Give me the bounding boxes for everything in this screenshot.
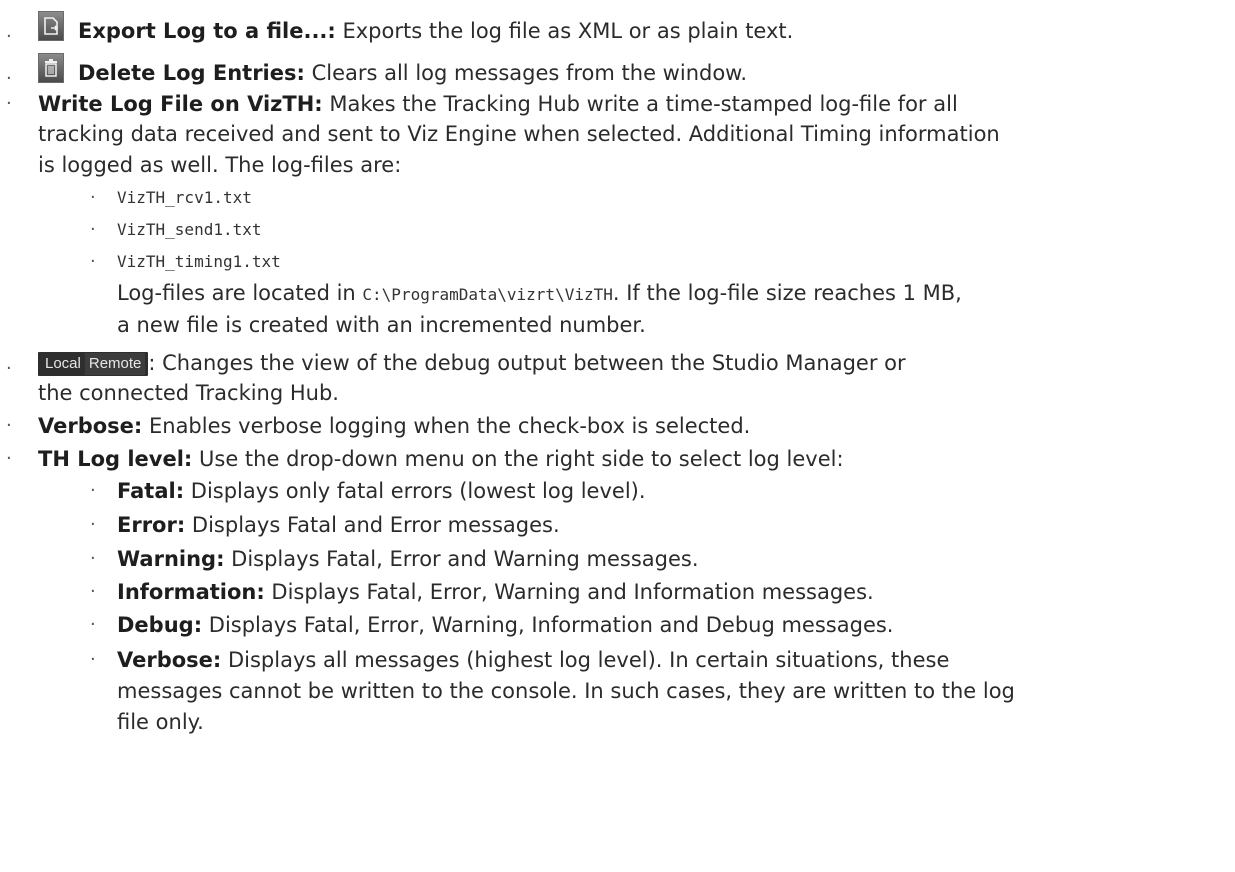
bullet: · — [6, 448, 12, 469]
logfiles-note-line: a new file is created with an incremente… — [117, 313, 646, 337]
level-description: file only. — [117, 710, 204, 734]
item-term: Export Log to a file...: — [78, 19, 336, 43]
bullet: · — [90, 614, 96, 635]
export-icon — [38, 11, 64, 41]
item-description: Clears all log messages from the window. — [304, 61, 748, 85]
item-description: : Changes the view of the debug output b… — [148, 351, 906, 375]
level-description: Displays Fatal, Error, Warning, Informat… — [202, 613, 894, 637]
local-remote-tabs: Local Remote — [38, 352, 149, 376]
logfile-name: VizTH_rcv1.txt — [117, 188, 252, 207]
item-description: Use the drop-down menu on the right side… — [192, 447, 844, 471]
level-term: Error: — [117, 513, 186, 537]
item-description: Makes the Tracking Hub write a time-stam… — [322, 92, 958, 116]
level-description: Displays Fatal, Error, Warning and Infor… — [264, 580, 874, 604]
level-description: Displays all messages (highest log level… — [221, 648, 950, 672]
bullet: · — [6, 415, 12, 436]
item-term: Verbose: — [38, 414, 143, 438]
item-term: Write Log File on VizTH: — [38, 92, 323, 116]
item-description: Exports the log file as XML or as plain … — [335, 19, 794, 43]
item-description: is logged as well. The log-files are: — [38, 153, 402, 177]
item-term: Delete Log Entries: — [78, 61, 305, 85]
level-term: Verbose: — [117, 648, 222, 672]
level-term: Debug: — [117, 613, 203, 637]
tab-remote[interactable]: Remote — [84, 353, 146, 375]
bullet: · — [90, 187, 96, 208]
level-description: Displays Fatal, Error and Warning messag… — [224, 547, 699, 571]
bullet: · — [90, 548, 96, 569]
logfiles-path: C:\ProgramData\vizrt\VizTH — [362, 285, 613, 304]
bullet: · — [90, 514, 96, 535]
item-description: the connected Tracking Hub. — [38, 381, 339, 405]
logfile-name: VizTH_timing1.txt — [117, 252, 281, 271]
tab-local[interactable]: Local — [41, 353, 85, 375]
item-term: TH Log level: — [38, 447, 193, 471]
bullet: · — [6, 93, 12, 114]
bullet: · — [90, 480, 96, 501]
bullet: · — [90, 251, 96, 272]
level-description: Displays Fatal and Error messages. — [185, 513, 560, 537]
bullet: · — [6, 26, 12, 47]
bullet: · — [6, 358, 12, 379]
level-description: messages cannot be written to the consol… — [117, 679, 1015, 703]
logfile-name: VizTH_send1.txt — [117, 220, 262, 239]
item-description: tracking data received and sent to Viz E… — [38, 122, 1000, 146]
item-description: Enables verbose logging when the check-b… — [142, 414, 751, 438]
level-term: Warning: — [117, 547, 225, 571]
bullet: · — [90, 581, 96, 602]
level-term: Fatal: — [117, 479, 185, 503]
trash-icon — [38, 53, 64, 83]
bullet: · — [90, 219, 96, 240]
level-term: Information: — [117, 580, 265, 604]
bullet: · — [90, 649, 96, 670]
level-description: Displays only fatal errors (lowest log l… — [184, 479, 646, 503]
